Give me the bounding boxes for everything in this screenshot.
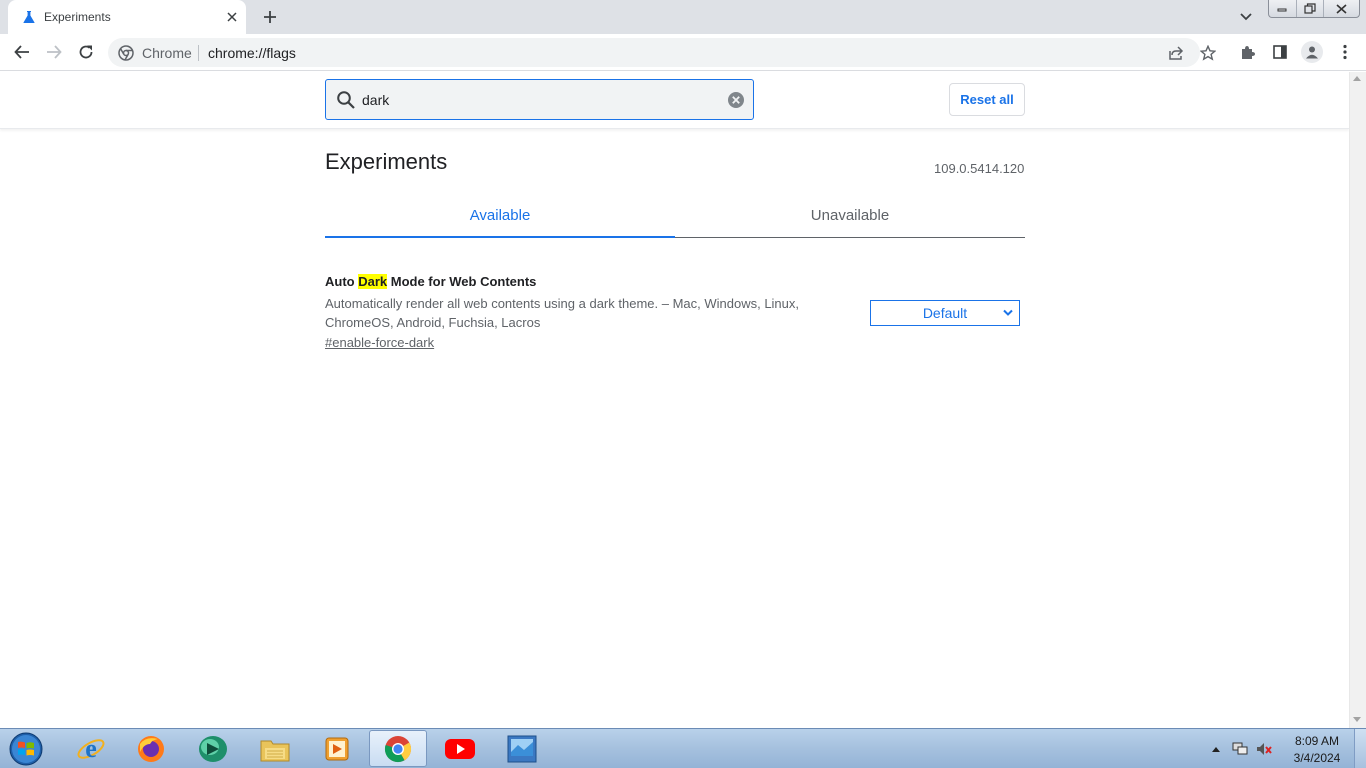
experiment-state-value: Default [922,305,968,321]
green-app-icon[interactable] [184,730,242,767]
search-input[interactable] [362,90,712,110]
experiment-title-before: Auto [325,274,359,289]
bookmark-star-icon[interactable] [1198,43,1218,63]
show-hidden-icons-icon[interactable] [1208,741,1224,757]
clock-date[interactable]: 3/4/2024 [1290,751,1344,765]
menu-kebab-icon[interactable] [1335,42,1355,62]
tab-available[interactable]: Available [325,197,675,238]
address-bar[interactable]: Chrome chrome://flags [108,38,1216,67]
remote-desktop-icon[interactable] [493,730,551,767]
reload-icon[interactable] [76,42,96,62]
version-label: 109.0.5414.120 [934,161,1025,176]
browser-toolbar: Chrome chrome://flags [0,34,1366,71]
minimize-icon[interactable] [1269,0,1297,17]
media-player-icon[interactable] [307,730,365,767]
window-controls [1268,0,1360,18]
page-title: Experiments [325,149,448,174]
network-icon[interactable] [1232,741,1248,757]
tab-title: Experiments [44,10,111,24]
tab-search-chevron-icon[interactable] [1237,8,1255,26]
close-window-icon[interactable] [1324,0,1359,17]
chrome-taskbar-icon[interactable] [369,730,427,767]
omnibox-separator [198,45,199,61]
start-button[interactable] [4,730,48,768]
clock-time[interactable]: 8:09 AM [1292,734,1342,748]
experiment-title-after: Mode for Web Contents [387,274,537,289]
flags-page: Reset all Experiments 109.0.5414.120 Ava… [0,72,1349,728]
reset-all-button[interactable]: Reset all [949,83,1025,116]
scroll-down-arrow-icon[interactable] [1353,717,1361,722]
clear-search-icon[interactable] [727,91,745,109]
tab-close-icon[interactable] [224,9,240,25]
flags-header: Reset all [0,72,1349,129]
internet-explorer-icon[interactable]: e [62,730,120,767]
tab-unavailable[interactable]: Unavailable [675,197,1025,238]
show-desktop-button[interactable] [1354,729,1366,768]
page-scrollbar[interactable] [1349,72,1366,728]
chrome-logo-icon [118,45,134,61]
search-highlight: Dark [358,274,388,289]
experiment-permalink[interactable]: #enable-force-dark [325,335,434,350]
firefox-icon[interactable] [122,730,180,767]
experiment-title: Auto Dark Mode for Web Contents [325,273,1025,291]
windows-orb-icon [9,732,43,766]
scroll-up-arrow-icon[interactable] [1353,76,1361,81]
forward-arrow-icon[interactable] [44,42,64,62]
youtube-icon[interactable] [431,730,489,767]
tab-strip: Experiments [0,0,1366,34]
extensions-puzzle-icon[interactable] [1238,42,1258,62]
svg-text:e: e [85,734,97,763]
restore-icon[interactable] [1297,0,1325,17]
search-icon [337,91,355,109]
windows-taskbar: e 8:09 AM 3/4/2024 [0,728,1366,768]
share-icon[interactable] [1166,43,1186,63]
flask-icon [23,11,35,23]
experiment-description: Automatically render all web contents us… [325,296,800,330]
new-tab-icon[interactable] [260,7,280,27]
file-explorer-icon[interactable] [246,730,304,767]
chevron-down-icon [1003,309,1013,316]
experiment-state-select[interactable]: Default [870,300,1020,326]
flags-tabs: Available Unavailable [325,197,1025,238]
url-text[interactable]: chrome://flags [208,45,296,61]
site-label: Chrome [142,45,192,61]
back-arrow-icon[interactable] [12,42,32,62]
profile-avatar-icon[interactable] [1301,41,1323,63]
side-panel-icon[interactable] [1270,42,1290,62]
volume-muted-icon[interactable] [1256,741,1272,757]
tab-experiments[interactable]: Experiments [8,0,246,34]
search-box[interactable] [325,79,754,120]
experiment-auto-dark-mode: Auto Dark Mode for Web Contents Automati… [325,273,1025,363]
